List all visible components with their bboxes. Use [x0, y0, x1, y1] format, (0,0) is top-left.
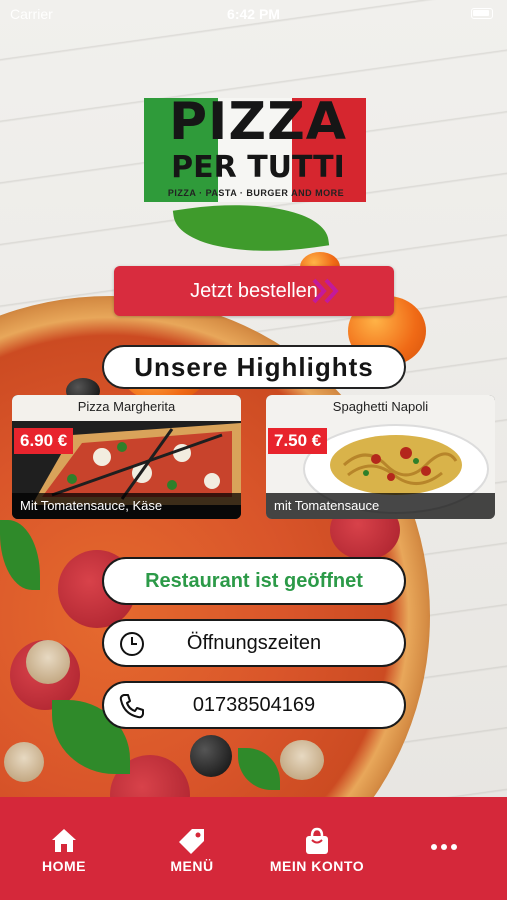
status-bar: Carrier 6:42 PM [0, 0, 507, 28]
nav-home[interactable]: HOME [30, 797, 98, 900]
restaurant-status: Restaurant ist geöffnet [102, 557, 406, 605]
highlights-title: Unsere Highlights [102, 345, 406, 389]
restaurant-logo: PIZZA PER TUTTI PIZZA · PASTA · BURGER A… [138, 88, 374, 267]
highlight-card-spaghetti[interactable]: Spaghetti Napoli 7.50 € mit Tomatensauce [266, 395, 495, 519]
order-now-label: Jetzt bestellen [190, 279, 318, 302]
olive-topping [190, 735, 232, 777]
bottom-navigation: HOME MENÜ MEIN KONTO [0, 797, 507, 900]
more-dots-icon [431, 844, 457, 850]
highlight-name: Spaghetti Napoli [332, 399, 429, 414]
tag-icon [179, 829, 204, 854]
opening-hours-label: Öffnungszeiten [186, 631, 322, 654]
nav-account-label: MEIN KONTO [269, 858, 365, 874]
highlight-card-pizza[interactable]: Pizza Margherita 6.90 € Mit Tomatensauce… [12, 395, 241, 519]
status-time: 6:42 PM [227, 6, 280, 22]
nav-more[interactable] [420, 797, 468, 900]
order-now-button[interactable]: Jetzt bestellen [114, 266, 394, 316]
shopping-bag-icon [306, 827, 328, 854]
opening-hours-button[interactable]: Öffnungszeiten [102, 619, 406, 667]
phone-icon [119, 694, 144, 719]
battery-icon [471, 8, 493, 19]
highlight-description: Mit Tomatensauce, Käse [12, 493, 241, 519]
nav-menu[interactable]: MENÜ [158, 797, 226, 900]
phone-call-button[interactable]: 01738504169 [102, 681, 406, 729]
logo-tagline: PIZZA · PASTA · BURGER AND MORE [167, 188, 345, 198]
home-icon [52, 829, 76, 852]
nav-menu-label: MENÜ [170, 858, 214, 874]
highlight-description: mit Tomatensauce [266, 493, 495, 519]
highlight-price: 6.90 € [14, 428, 74, 454]
highlight-name: Pizza Margherita [77, 399, 176, 414]
mushroom-topping [280, 740, 324, 780]
nav-account[interactable]: MEIN KONTO [262, 797, 372, 900]
logo-line1: PIZZA [168, 92, 348, 152]
mushroom-topping [26, 640, 70, 684]
logo-line2: PER TUTTI [171, 150, 345, 185]
nav-home-label: HOME [42, 858, 86, 874]
mushroom-topping [4, 742, 44, 782]
clock-icon [120, 632, 144, 656]
phone-number: 01738504169 [192, 693, 316, 716]
double-chevron-right-icon [312, 278, 339, 304]
highlight-price: 7.50 € [268, 428, 328, 454]
